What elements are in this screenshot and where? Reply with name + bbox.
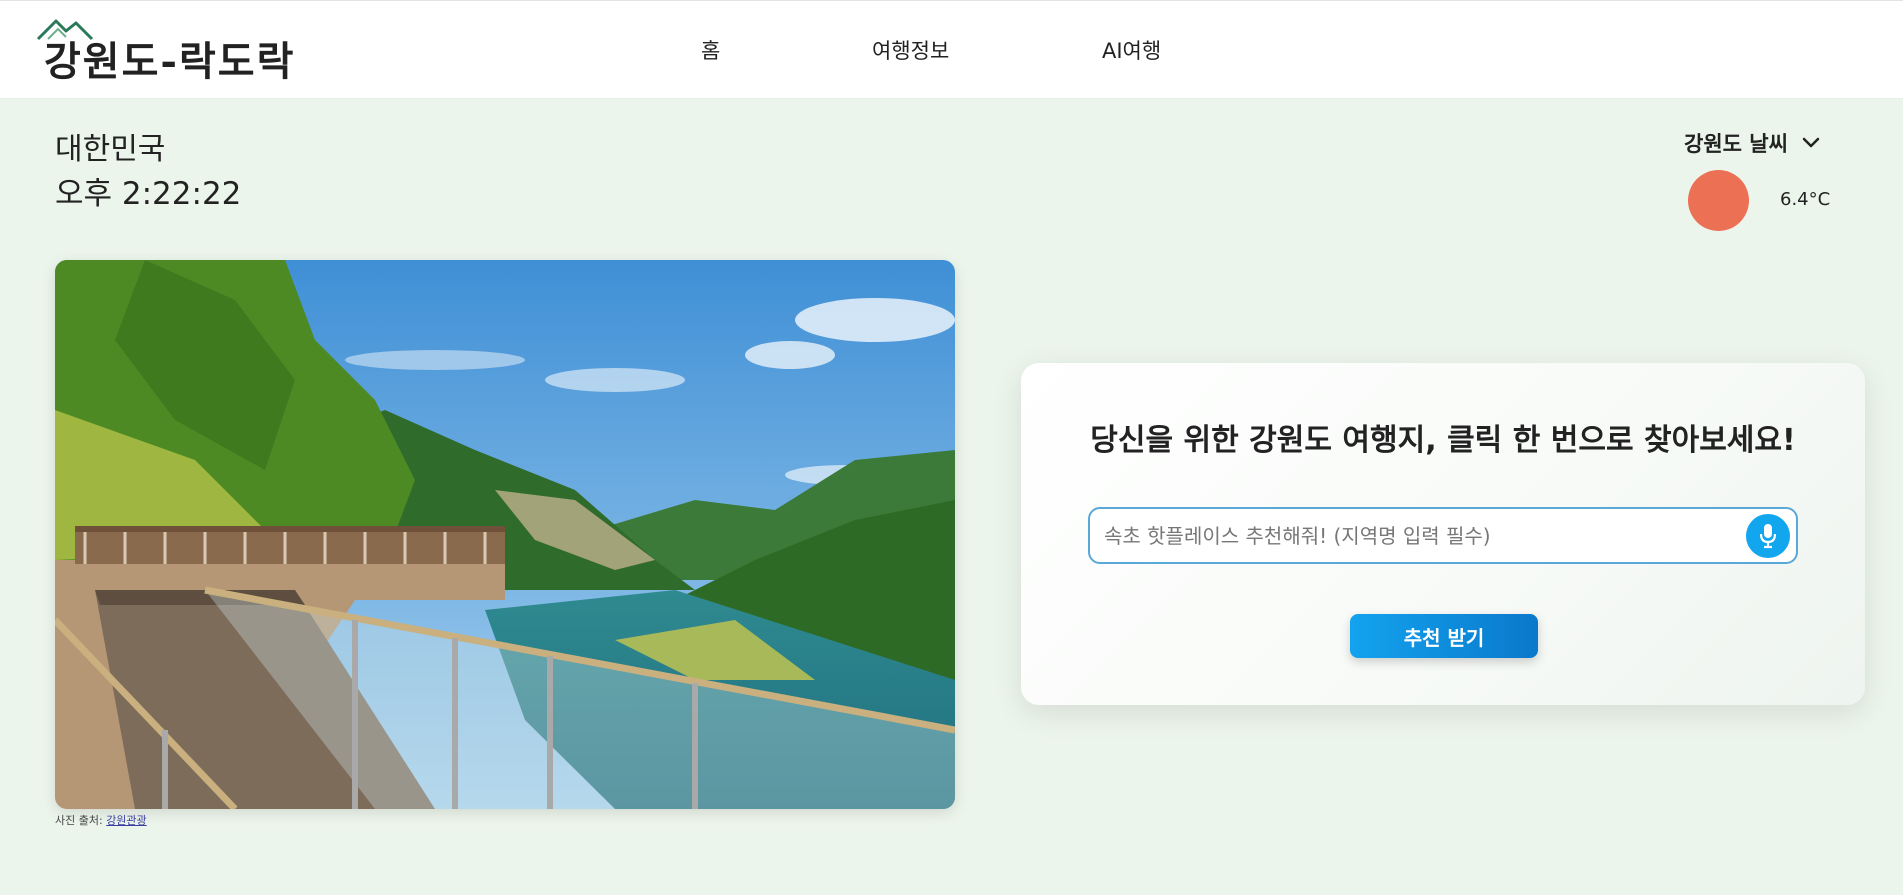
recommendation-card: 당신을 위한 강원도 여행지, 클릭 한 번으로 찾아보세요! 추천 받기 <box>1021 363 1865 705</box>
recommendation-title: 당신을 위한 강원도 여행지, 클릭 한 번으로 찾아보세요! <box>1090 423 1796 458</box>
top-header: 강원도-락도락 홈 여행정보 AI여행 <box>0 0 1903 99</box>
chevron-down-icon <box>1802 137 1820 148</box>
logo-text: 강원도-락도락 <box>44 38 296 85</box>
get-recommendation-button[interactable]: 추천 받기 <box>1350 614 1538 658</box>
site-logo[interactable]: 강원도-락도락 <box>36 17 306 85</box>
nav-ai-travel[interactable]: AI여행 <box>1102 35 1161 65</box>
weather-dropdown-label: 강원도 날씨 <box>1684 132 1788 156</box>
sun-icon <box>1688 170 1749 231</box>
photo-credit: 사진 출처: 강원관광 <box>55 812 147 828</box>
nav-home[interactable]: 홈 <box>701 35 720 65</box>
current-time: 오후 2:22:22 <box>55 176 242 212</box>
search-input[interactable] <box>1104 521 1724 551</box>
microphone-icon <box>1759 524 1777 549</box>
temperature-value: 6.4°C <box>1780 189 1831 210</box>
search-box <box>1088 507 1798 564</box>
country-label: 대한민국 <box>55 132 166 167</box>
photo-credit-prefix: 사진 출처: <box>55 814 103 827</box>
photo-credit-link[interactable]: 강원관광 <box>106 814 146 827</box>
scenic-photo-image <box>55 260 955 809</box>
weather-dropdown[interactable]: 강원도 날씨 <box>1684 128 1820 158</box>
voice-input-button[interactable] <box>1746 514 1790 558</box>
scenic-photo <box>55 260 955 809</box>
nav-travel-info[interactable]: 여행정보 <box>872 35 949 65</box>
